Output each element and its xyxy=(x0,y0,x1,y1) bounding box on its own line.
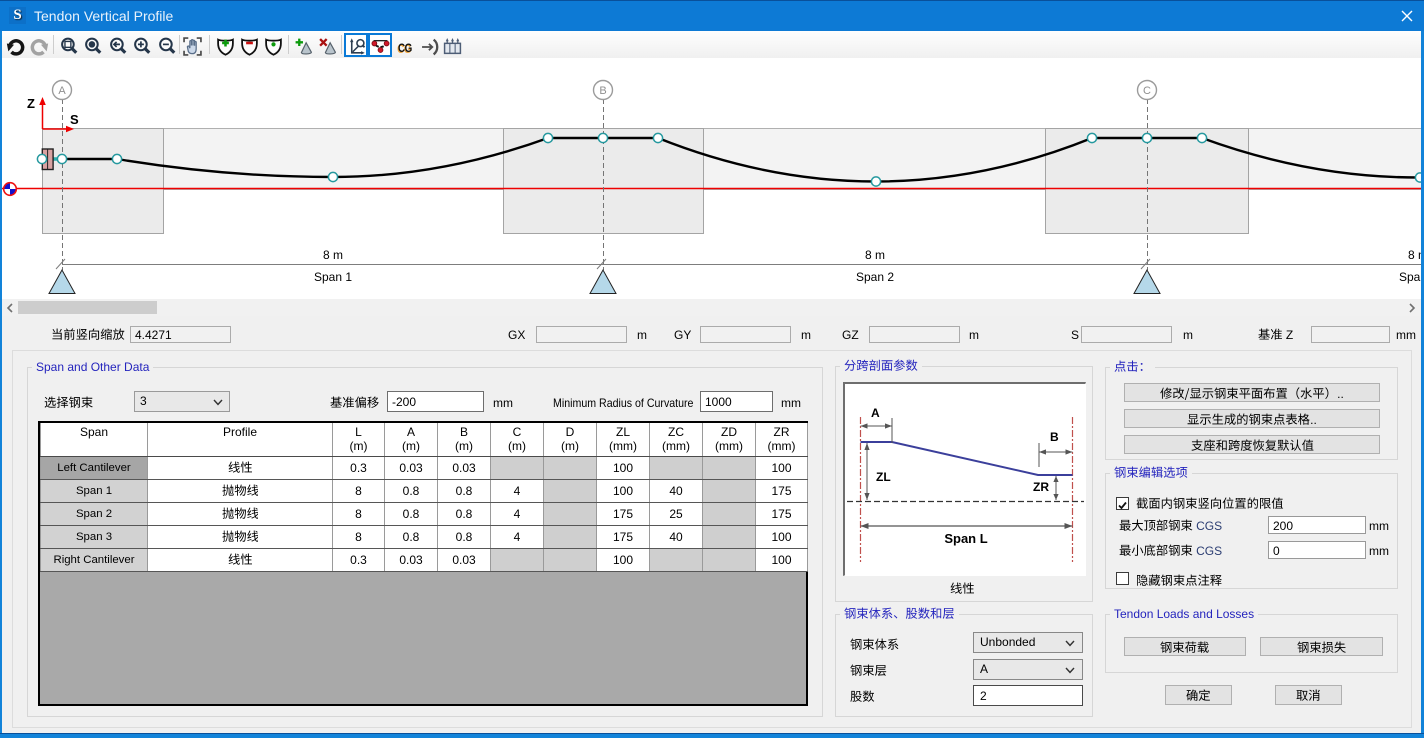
svg-text:Span L: Span L xyxy=(944,531,987,546)
svg-text:C: C xyxy=(1143,85,1151,97)
svg-text:A: A xyxy=(871,406,880,420)
svg-text:8 m: 8 m xyxy=(323,248,343,262)
svg-text:8 m: 8 m xyxy=(865,248,885,262)
svg-text:Span 1: Span 1 xyxy=(314,270,352,284)
svg-text:B: B xyxy=(1050,430,1059,444)
svg-text:S: S xyxy=(70,112,79,127)
svg-text:ZL: ZL xyxy=(876,470,891,484)
svg-text:Span 2: Span 2 xyxy=(856,270,894,284)
svg-text:Z: Z xyxy=(27,96,35,111)
svg-text:ZR: ZR xyxy=(1033,480,1049,494)
svg-text:B: B xyxy=(599,85,606,97)
svg-text:A: A xyxy=(58,85,66,97)
